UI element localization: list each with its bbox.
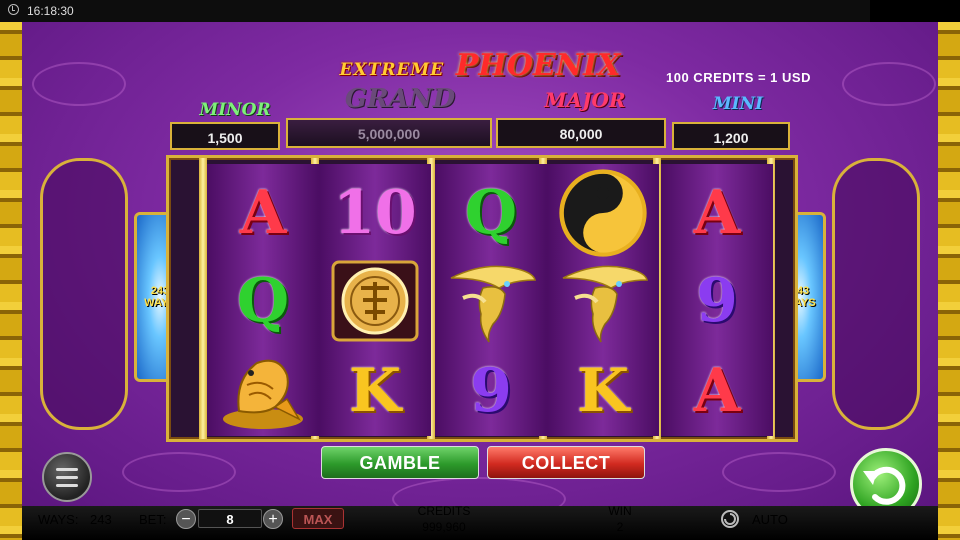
symbol-cell: K: [319, 346, 431, 436]
bet-value: 8: [198, 509, 262, 528]
ways-label: WAYS:: [38, 512, 79, 527]
symbol-cell: 9: [661, 256, 773, 346]
cloud-decoration: [722, 452, 836, 492]
symbol-cell: [547, 256, 659, 346]
status-time: 16:18:30: [27, 4, 74, 18]
win-label: WIN: [608, 504, 632, 518]
right-ornament-frame: [832, 158, 920, 430]
jackpot-mini-label: MINI: [712, 94, 764, 114]
symbol-letter: K: [348, 356, 402, 426]
symbol-cell: [319, 256, 431, 346]
reel-1: A Q: [207, 164, 319, 436]
gold-coin-icon: [331, 260, 419, 342]
jackpot-major-label: MAJOR: [544, 88, 626, 112]
left-gold-border: [0, 22, 22, 540]
symbol-letter: A: [693, 178, 741, 248]
phoenix-bird-icon: [450, 265, 536, 343]
credits-label: CREDITS: [417, 504, 471, 518]
symbol-letter: 10: [333, 178, 417, 248]
symbol-letter: A: [239, 178, 287, 248]
symbol-cell: [435, 256, 547, 346]
jackpot-minor-label: MINOR: [199, 100, 271, 120]
symbol-cell: 9: [435, 346, 547, 436]
jackpot-grand-value: 5,000,000: [286, 118, 492, 148]
symbol-cell: Q: [207, 256, 319, 346]
symbol-cell: [547, 168, 659, 258]
jackpot-mini-value: 1,200: [672, 122, 790, 150]
status-right-block: [870, 0, 960, 22]
hamburger-menu-icon: [56, 484, 78, 487]
cloud-decoration: [122, 452, 236, 492]
title-extreme: EXTREME: [339, 60, 445, 80]
game-title: EXTREME PHOENIX: [0, 48, 960, 83]
bet-label: BET:: [139, 512, 167, 527]
koi-fish-icon: [223, 359, 303, 429]
reel-2: 10 K: [319, 164, 431, 436]
auto-button[interactable]: AUTO: [752, 512, 788, 527]
symbol-cell: A: [661, 346, 773, 436]
win-value: 2: [616, 520, 624, 534]
reel-separator: [199, 158, 207, 439]
reel-3: Q 9: [435, 164, 547, 436]
symbol-letter: 9: [696, 266, 738, 336]
phoenix-bird-icon: [562, 265, 648, 343]
hamburger-menu-icon: [56, 476, 78, 479]
status-bar: 16:18:30: [0, 0, 960, 22]
symbol-cell: [207, 346, 319, 436]
reel-5: A 9 A: [661, 164, 773, 436]
max-bet-button[interactable]: MAX: [292, 508, 344, 529]
symbol-letter: Q: [236, 266, 290, 336]
symbol-cell: A: [661, 168, 773, 258]
symbol-letter: K: [576, 356, 630, 426]
autoplay-icon[interactable]: [720, 509, 740, 529]
yin-yang-icon: [559, 169, 647, 257]
symbol-cell: K: [547, 346, 659, 436]
jackpot-grand-label: GRAND: [344, 84, 456, 114]
hamburger-menu-icon: [56, 468, 78, 471]
title-phoenix: PHOENIX: [455, 48, 621, 83]
credits-value: 999,960: [422, 520, 466, 534]
reel-frame: A Q 10 K Q 9 K A 9 A: [166, 155, 798, 442]
symbol-cell: Q: [435, 168, 547, 258]
bet-decrease-button[interactable]: −: [176, 509, 196, 529]
left-ornament-frame: [40, 158, 128, 430]
gamble-button[interactable]: GAMBLE: [321, 446, 479, 479]
ways-value: 243: [90, 512, 112, 527]
right-gold-border: [938, 22, 960, 540]
jackpot-minor-value: 1,500: [170, 122, 280, 150]
clock-icon: [8, 4, 19, 15]
bet-increase-button[interactable]: +: [263, 509, 283, 529]
symbol-letter: A: [693, 356, 741, 426]
symbol-letter: Q: [464, 178, 518, 248]
collect-button[interactable]: COLLECT: [487, 446, 645, 479]
symbol-cell: A: [207, 168, 319, 258]
jackpot-major-value: 80,000: [496, 118, 666, 148]
menu-button[interactable]: [42, 452, 92, 502]
symbol-cell: 10: [319, 168, 431, 258]
symbol-letter: 9: [470, 356, 512, 426]
reel-4: K: [547, 164, 659, 436]
credit-rate: 100 CREDITS = 1 USD: [666, 70, 811, 85]
